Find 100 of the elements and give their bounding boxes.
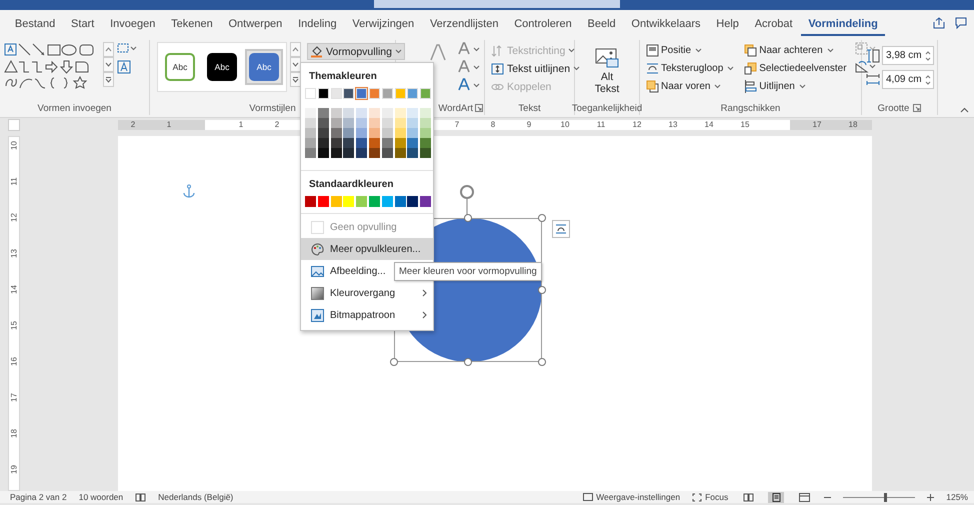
ribbon-button[interactable]: Tekst uitlijnen bbox=[489, 60, 582, 77]
color-swatch[interactable] bbox=[356, 148, 368, 158]
color-swatch[interactable] bbox=[305, 88, 316, 99]
ribbon-tab[interactable]: Beeld bbox=[580, 10, 624, 36]
color-swatch[interactable] bbox=[394, 138, 406, 148]
resize-handle[interactable] bbox=[390, 358, 398, 366]
ribbon-tab[interactable]: Ontwikkelaars bbox=[624, 10, 708, 36]
color-swatch[interactable] bbox=[318, 138, 329, 148]
share-icon[interactable] bbox=[933, 17, 945, 29]
color-swatch[interactable] bbox=[382, 108, 393, 118]
color-swatch[interactable] bbox=[343, 148, 354, 158]
ribbon-tab[interactable]: Ontwerpen bbox=[220, 10, 290, 36]
text-styles-icon[interactable] bbox=[429, 42, 447, 62]
color-swatch[interactable] bbox=[318, 118, 329, 128]
resize-handle[interactable] bbox=[464, 358, 472, 366]
color-swatch[interactable] bbox=[356, 138, 368, 148]
more-button[interactable] bbox=[290, 72, 301, 87]
color-swatch[interactable] bbox=[407, 196, 418, 207]
menu-item[interactable]: Meer opvulkleuren... bbox=[301, 238, 433, 260]
view-button[interactable] bbox=[768, 492, 784, 502]
resize-handle[interactable] bbox=[538, 214, 546, 222]
color-swatch[interactable] bbox=[394, 148, 406, 158]
color-swatch[interactable] bbox=[330, 196, 342, 207]
color-swatch[interactable] bbox=[420, 196, 432, 207]
ribbon-button[interactable]: Positie bbox=[644, 42, 736, 59]
edit-shape-icon[interactable] bbox=[117, 42, 137, 54]
scroll-down-button[interactable] bbox=[290, 57, 301, 72]
ribbon-button[interactable]: Selectiedeelvenster bbox=[742, 60, 849, 77]
color-swatch[interactable] bbox=[407, 138, 418, 148]
zoom-level[interactable]: 125% bbox=[946, 492, 968, 502]
resize-handle[interactable] bbox=[464, 214, 472, 222]
color-swatch[interactable] bbox=[368, 128, 380, 138]
color-swatch[interactable] bbox=[305, 108, 316, 118]
dialog-launcher-icon[interactable] bbox=[475, 104, 483, 112]
ribbon-tab[interactable]: Start bbox=[64, 10, 102, 36]
color-swatch[interactable] bbox=[356, 118, 368, 128]
ribbon-tab[interactable]: Help bbox=[708, 10, 746, 36]
color-swatch[interactable] bbox=[318, 128, 329, 138]
shape-fill-button[interactable]: Vormopvulling bbox=[307, 43, 405, 60]
rotate-icon[interactable] bbox=[854, 60, 877, 73]
color-swatch[interactable] bbox=[343, 108, 354, 118]
ribbon-tab[interactable]: Indeling bbox=[290, 10, 344, 36]
ribbon-tab[interactable]: Verzendlijsten bbox=[422, 10, 506, 36]
color-swatch[interactable] bbox=[343, 128, 354, 138]
color-swatch[interactable] bbox=[356, 88, 368, 99]
color-swatch[interactable] bbox=[368, 138, 380, 148]
text-fill-icon[interactable] bbox=[457, 42, 470, 56]
color-swatch[interactable] bbox=[305, 196, 316, 207]
color-swatch[interactable] bbox=[382, 196, 393, 207]
ribbon-button[interactable]: Teksterugloop bbox=[644, 60, 736, 77]
color-swatch[interactable] bbox=[343, 88, 354, 99]
dialog-launcher-icon[interactable] bbox=[913, 104, 922, 112]
zoom-thumb[interactable] bbox=[884, 492, 887, 502]
color-swatch[interactable] bbox=[394, 196, 406, 207]
color-swatch[interactable] bbox=[394, 88, 406, 99]
alt-text-button[interactable]: Alt Tekst bbox=[586, 42, 628, 96]
comment-icon[interactable] bbox=[955, 17, 967, 29]
color-swatch[interactable] bbox=[305, 118, 316, 128]
color-swatch[interactable] bbox=[305, 138, 316, 148]
ribbon-button[interactable]: Naar achteren bbox=[742, 42, 849, 59]
color-swatch[interactable] bbox=[330, 88, 342, 99]
color-swatch[interactable] bbox=[420, 148, 432, 158]
color-swatch[interactable] bbox=[382, 88, 393, 99]
focus-button[interactable]: Focus bbox=[692, 492, 728, 502]
ribbon-tab[interactable]: Bestand bbox=[7, 10, 63, 36]
text-box-icon[interactable] bbox=[117, 60, 131, 74]
color-swatch[interactable] bbox=[330, 108, 342, 118]
color-swatch[interactable] bbox=[318, 196, 329, 207]
ribbon-tab[interactable]: Tekenen bbox=[164, 10, 220, 36]
color-swatch[interactable] bbox=[420, 108, 432, 118]
color-swatch[interactable] bbox=[394, 108, 406, 118]
color-swatch[interactable] bbox=[343, 138, 354, 148]
color-swatch[interactable] bbox=[343, 196, 354, 207]
view-button[interactable] bbox=[796, 492, 812, 502]
resize-handle[interactable] bbox=[538, 358, 546, 366]
color-swatch[interactable] bbox=[330, 148, 342, 158]
color-swatch[interactable] bbox=[343, 118, 354, 128]
color-swatch[interactable] bbox=[330, 118, 342, 128]
color-swatch[interactable] bbox=[420, 138, 432, 148]
color-swatch[interactable] bbox=[318, 148, 329, 158]
color-swatch[interactable] bbox=[382, 118, 393, 128]
color-swatch[interactable] bbox=[407, 148, 418, 158]
layout-options-button[interactable] bbox=[552, 220, 570, 238]
language-button[interactable]: Nederlands (België) bbox=[158, 492, 234, 502]
more-button[interactable] bbox=[103, 72, 114, 87]
color-swatch[interactable] bbox=[356, 128, 368, 138]
color-swatch[interactable] bbox=[368, 88, 380, 99]
display-settings-button[interactable]: Weergave-instellingen bbox=[583, 492, 680, 502]
color-swatch[interactable] bbox=[368, 108, 380, 118]
text-effects-icon[interactable] bbox=[457, 78, 470, 92]
height-field[interactable]: 3,98 cm bbox=[882, 46, 934, 65]
color-swatch[interactable] bbox=[420, 128, 432, 138]
color-swatch[interactable] bbox=[420, 88, 432, 99]
color-swatch[interactable] bbox=[368, 118, 380, 128]
color-swatch[interactable] bbox=[407, 118, 418, 128]
color-swatch[interactable] bbox=[382, 148, 393, 158]
color-swatch[interactable] bbox=[356, 108, 368, 118]
color-swatch[interactable] bbox=[330, 138, 342, 148]
color-swatch[interactable] bbox=[407, 128, 418, 138]
ribbon-tab[interactable]: Acrobat bbox=[747, 10, 800, 36]
